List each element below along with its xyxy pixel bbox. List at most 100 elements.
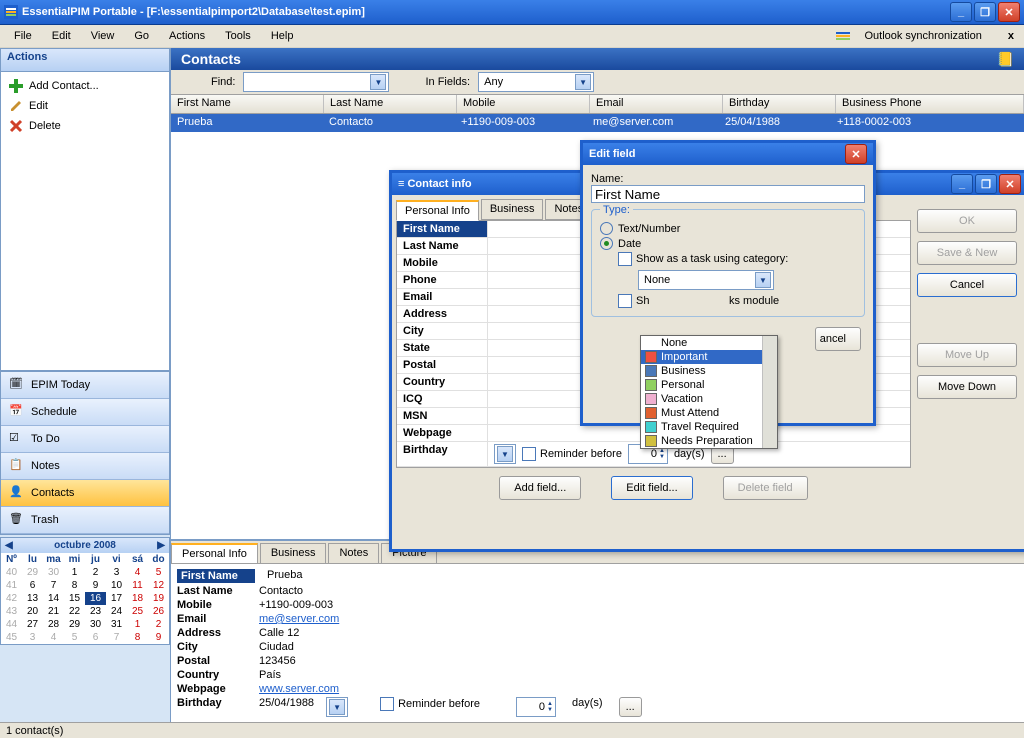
ci-field-label[interactable]: Last Name	[397, 238, 488, 254]
col-businessphone[interactable]: Business Phone	[836, 95, 1024, 113]
edit-field-button[interactable]: Edit field...	[611, 476, 692, 500]
reminder-checkbox[interactable]: Reminder before	[380, 697, 480, 717]
ci-movedown-button[interactable]: Move Down	[917, 375, 1017, 399]
birthday-picker[interactable]: ▼	[326, 697, 348, 717]
col-email[interactable]: Email	[590, 95, 723, 113]
col-lastname[interactable]: Last Name	[324, 95, 457, 113]
ci-field-label[interactable]: Mobile	[397, 255, 488, 271]
dropdown-item[interactable]: Personal	[641, 378, 763, 392]
ef-close-button[interactable]: ✕	[845, 144, 867, 164]
menu-help[interactable]: Help	[261, 27, 304, 45]
menu-view[interactable]: View	[81, 27, 125, 45]
reminder-more-button[interactable]: ...	[619, 697, 642, 717]
ci-field-label[interactable]: Email	[397, 289, 488, 305]
ef-radio-date[interactable]: Date	[600, 237, 856, 250]
sync-close-icon[interactable]: x	[1002, 27, 1020, 45]
infields-select[interactable]: Any▼	[478, 72, 594, 92]
action-edit[interactable]: Edit	[5, 96, 165, 116]
nav-contacts[interactable]: 👤Contacts	[1, 480, 169, 507]
nav-trash[interactable]: 🗑Trash	[1, 507, 169, 534]
ci-field-label[interactable]: Phone	[397, 272, 488, 288]
ci-moveup-button[interactable]: Move Up	[917, 343, 1017, 367]
ci-reminder-checkbox[interactable]: Reminder before	[522, 447, 622, 461]
ci-ok-button[interactable]: OK	[917, 209, 1017, 233]
delete-field-button[interactable]: Delete field	[723, 476, 808, 500]
ci-field-label[interactable]: Postal	[397, 357, 488, 373]
ef-category-select[interactable]: None▼	[638, 270, 774, 290]
detail-value: Prueba	[267, 569, 302, 583]
ci-tab-personal[interactable]: Personal Info	[396, 200, 479, 221]
ci-close-button[interactable]: ✕	[999, 174, 1021, 194]
nav-epim-today[interactable]: 🗓EPIM Today	[1, 372, 169, 399]
reminder-value[interactable]: 0▲▼	[516, 697, 556, 717]
dropdown-item[interactable]: Vacation	[641, 392, 763, 406]
col-birthday[interactable]: Birthday	[723, 95, 836, 113]
category-dropdown-list[interactable]: NoneImportantBusinessPersonalVacationMus…	[640, 335, 778, 449]
nav-todo[interactable]: ☑To Do	[1, 426, 169, 453]
dropdown-item[interactable]: Business	[641, 364, 763, 378]
sidebar: Actions Add Contact... Edit Delete 🗓EPIM…	[0, 48, 171, 722]
find-input[interactable]: ▼	[243, 72, 389, 92]
ef-show-task-checkbox[interactable]: Show as a task using category:	[618, 252, 856, 266]
ci-birthday-picker[interactable]: ▼	[494, 444, 516, 464]
menu-go[interactable]: Go	[124, 27, 159, 45]
action-add-contact[interactable]: Add Contact...	[5, 76, 165, 96]
ef-radio-text[interactable]: Text/Number	[600, 222, 856, 235]
ci-field-label[interactable]: MSN	[397, 408, 488, 424]
calendar-grid[interactable]: Nºlumamijuvisádo402930123454167891011124…	[1, 553, 169, 644]
ci-minimize-button[interactable]: _	[951, 174, 973, 194]
action-delete[interactable]: Delete	[5, 116, 165, 136]
menu-actions[interactable]: Actions	[159, 27, 215, 45]
maximize-button[interactable]: ❐	[974, 2, 996, 22]
nav-notes[interactable]: 📋Notes	[1, 453, 169, 480]
menu-tools[interactable]: Tools	[215, 27, 261, 45]
dropdown-item[interactable]: Important	[641, 350, 763, 364]
menu-edit[interactable]: Edit	[42, 27, 81, 45]
contacts-icon: 👤	[9, 485, 25, 501]
status-text: 1 contact(s)	[6, 725, 63, 737]
dropdown-item[interactable]: Needs Preparation	[641, 434, 763, 448]
ci-save-new-button[interactable]: Save & New	[917, 241, 1017, 265]
col-mobile[interactable]: Mobile	[457, 95, 590, 113]
ef-cancel-button[interactable]: ancel	[815, 327, 861, 351]
close-button[interactable]: ✕	[998, 2, 1020, 22]
cal-next-button[interactable]: ▶	[157, 540, 165, 551]
ci-field-label[interactable]: ICQ	[397, 391, 488, 407]
minimize-button[interactable]: _	[950, 2, 972, 22]
trash-icon: 🗑	[9, 512, 25, 528]
ci-field-label[interactable]: Country	[397, 374, 488, 390]
tab-business[interactable]: Business	[260, 543, 327, 563]
ci-field-label[interactable]: Birthday	[397, 442, 488, 466]
chevron-down-icon[interactable]: ▼	[575, 74, 591, 90]
ef-show-tasks-module-checkbox[interactable]: Sh_____________ks module	[618, 294, 856, 308]
ci-field-label[interactable]: Webpage	[397, 425, 488, 441]
nav-schedule[interactable]: 📅Schedule	[1, 399, 169, 426]
contact-row[interactable]: Prueba Contacto +1190-009-003 me@server.…	[171, 114, 1024, 132]
ef-name-input[interactable]	[591, 185, 865, 203]
outlook-sync-button[interactable]: Outlook synchronization	[826, 24, 1001, 48]
dropdown-item[interactable]: None	[641, 336, 763, 350]
contacts-header: Contacts 📒	[171, 48, 1024, 70]
ci-tab-business[interactable]: Business	[481, 199, 544, 220]
menu-file[interactable]: File	[4, 27, 42, 45]
ci-field-label[interactable]: State	[397, 340, 488, 356]
ci-cancel-button[interactable]: Cancel	[917, 273, 1017, 297]
tab-notes[interactable]: Notes	[328, 543, 379, 563]
window-titlebar: EssentialPIM Portable - [F:\essentialpim…	[0, 0, 1024, 25]
chevron-down-icon[interactable]: ▼	[755, 272, 771, 288]
ci-field-label[interactable]: Address	[397, 306, 488, 322]
ci-field-label[interactable]: First Name	[397, 221, 488, 237]
dropdown-item[interactable]: Must Attend	[641, 406, 763, 420]
ci-maximize-button[interactable]: ❐	[975, 174, 997, 194]
plus-icon	[9, 79, 23, 93]
chevron-down-icon[interactable]: ▼	[370, 74, 386, 90]
add-field-button[interactable]: Add field...	[499, 476, 581, 500]
cal-title[interactable]: octubre 2008	[54, 540, 116, 551]
detail-value: País	[259, 669, 281, 681]
dropdown-item[interactable]: Travel Required	[641, 420, 763, 434]
tab-personal-info[interactable]: Personal Info	[171, 543, 258, 563]
cal-prev-button[interactable]: ◀	[5, 540, 13, 551]
ci-field-label[interactable]: City	[397, 323, 488, 339]
col-firstname[interactable]: First Name	[171, 95, 324, 113]
detail-value: Ciudad	[259, 641, 294, 653]
